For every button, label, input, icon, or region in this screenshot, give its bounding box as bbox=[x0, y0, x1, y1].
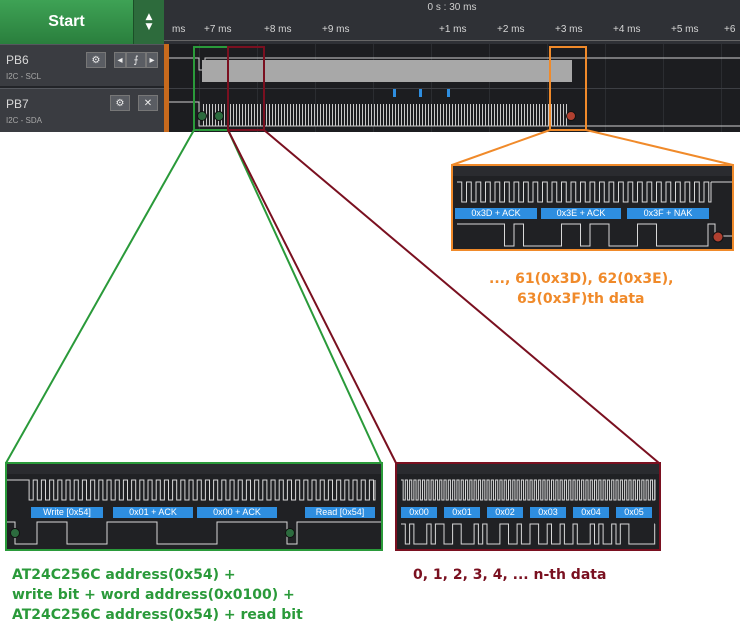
green-connector-right bbox=[227, 129, 382, 464]
green-caption: AT24C256C address(0x54) + write bit + wo… bbox=[12, 565, 303, 625]
sda-data bbox=[401, 523, 656, 545]
red-connector-left bbox=[227, 129, 397, 464]
scl-clock bbox=[401, 479, 656, 501]
decoded-frame-label: 0x3D + ACK bbox=[455, 208, 537, 219]
green-selection-box bbox=[193, 46, 229, 131]
sda-data bbox=[7, 521, 381, 545]
restart-marker bbox=[285, 528, 295, 538]
decoded-frame-label: 0x04 bbox=[573, 507, 609, 518]
caption-line: write bit + word address(0x0100) + bbox=[12, 587, 295, 603]
orange-connector-left bbox=[451, 129, 551, 166]
caption-line: ..., 61(0x3D), 62(0x3E), bbox=[489, 271, 674, 287]
green-connector-left bbox=[5, 129, 195, 464]
scl-clock bbox=[25, 479, 376, 501]
decoded-frame-label: 0x05 bbox=[616, 507, 652, 518]
zoom-box-red: 0x00 0x01 0x02 0x03 0x04 0x05 bbox=[395, 462, 661, 551]
zoom-header bbox=[7, 464, 381, 474]
zoom-header bbox=[453, 166, 732, 176]
caption-line: AT24C256C address(0x54) + bbox=[12, 567, 236, 583]
decoded-frame-label: 0x02 bbox=[487, 507, 523, 518]
caption-line: AT24C256C address(0x54) + read bit bbox=[12, 607, 303, 623]
caption-line: 63(0x3F)th data bbox=[517, 291, 645, 307]
decoded-frame-label: 0x01 + ACK bbox=[113, 507, 193, 518]
stop-marker bbox=[712, 231, 724, 243]
red-caption: 0, 1, 2, 3, 4, ... n-th data bbox=[413, 567, 607, 583]
decoded-frame-label: Read [0x54] bbox=[305, 507, 375, 518]
decoded-frame-label: 0x00 + ACK bbox=[197, 507, 277, 518]
red-selection-box bbox=[227, 46, 265, 131]
decoded-frame-label: 0x3F + NAK bbox=[627, 208, 709, 219]
decoded-frame-label: Write [0x54] bbox=[31, 507, 103, 518]
zoom-header bbox=[397, 464, 659, 474]
decoded-frame-label: 0x03 bbox=[530, 507, 566, 518]
start-marker bbox=[10, 528, 20, 538]
zoom-box-green: Write [0x54] 0x01 + ACK 0x00 + ACK Read … bbox=[5, 462, 383, 551]
orange-selection-box bbox=[549, 46, 587, 131]
orange-caption: ..., 61(0x3D), 62(0x3E), 63(0x3F)th data bbox=[489, 269, 673, 309]
decoded-frame-label: 0x00 bbox=[401, 507, 437, 518]
orange-connector-right bbox=[585, 129, 734, 166]
scl-clock bbox=[457, 181, 712, 203]
decoded-frame-label: 0x3E + ACK bbox=[541, 208, 621, 219]
decoded-frame-label: 0x01 bbox=[444, 507, 480, 518]
zoom-box-orange: 0x3D + ACK 0x3E + ACK 0x3F + NAK bbox=[451, 164, 734, 251]
sda-data bbox=[457, 223, 732, 247]
